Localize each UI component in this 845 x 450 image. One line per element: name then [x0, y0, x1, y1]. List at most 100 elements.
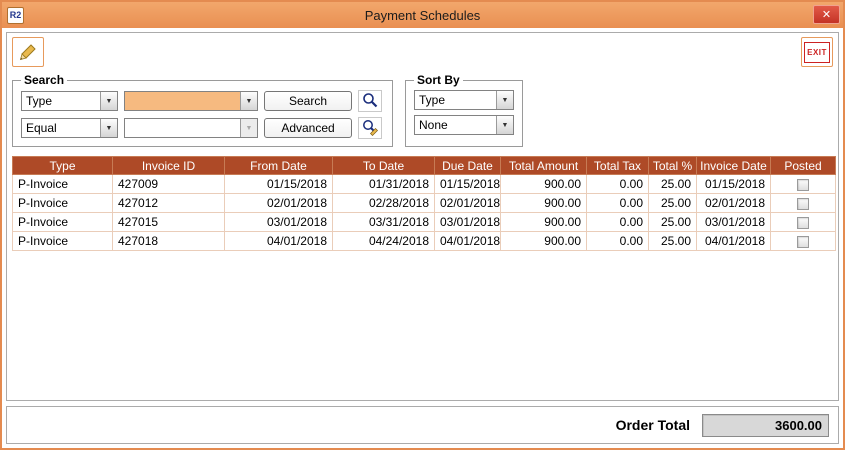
chevron-down-icon[interactable]: ▼: [240, 92, 257, 110]
cell: 0.00: [587, 175, 649, 194]
edit-button[interactable]: [12, 37, 44, 67]
cell: 04/01/2018: [225, 232, 333, 251]
cell: 01/15/2018: [435, 175, 501, 194]
cell: P-Invoice: [13, 232, 113, 251]
cell: 02/01/2018: [697, 194, 771, 213]
payment-schedules-window: R2 Payment Schedules ✕: [0, 0, 845, 450]
footer-panel: Order Total 3600.00: [6, 406, 839, 444]
order-total-value: 3600.00: [702, 414, 829, 437]
cell: 02/28/2018: [333, 194, 435, 213]
cell: 900.00: [501, 232, 587, 251]
search-operator-value: Equal: [22, 119, 100, 137]
cell: 03/01/2018: [435, 213, 501, 232]
table-row[interactable]: P-Invoice42700901/15/201801/31/201801/15…: [13, 175, 836, 194]
cell: 0.00: [587, 194, 649, 213]
advanced-search-button[interactable]: [358, 117, 382, 139]
search-value2-text: [125, 119, 240, 137]
posted-checkbox[interactable]: [797, 179, 809, 191]
cell: 0.00: [587, 213, 649, 232]
cell: 04/01/2018: [435, 232, 501, 251]
posted-cell: [771, 194, 836, 213]
sort-primary-value: Type: [415, 91, 496, 109]
column-header-invoice-date[interactable]: Invoice Date: [697, 157, 771, 175]
cell: P-Invoice: [13, 213, 113, 232]
search-value-text: [125, 92, 240, 110]
table-body: P-Invoice42700901/15/201801/31/201801/15…: [13, 175, 836, 251]
search-field-dropdown[interactable]: Type ▼: [21, 91, 118, 111]
cell: 02/01/2018: [435, 194, 501, 213]
cell: 427009: [113, 175, 225, 194]
magnifier-pencil-icon: [361, 118, 379, 139]
column-header-type[interactable]: Type: [13, 157, 113, 175]
table-row[interactable]: P-Invoice42701804/01/201804/24/201804/01…: [13, 232, 836, 251]
advanced-button[interactable]: Advanced: [264, 118, 352, 138]
column-header-total-tax[interactable]: Total Tax: [587, 157, 649, 175]
cell: P-Invoice: [13, 194, 113, 213]
magnifier-icon: [361, 91, 379, 112]
posted-checkbox[interactable]: [797, 217, 809, 229]
posted-checkbox[interactable]: [797, 198, 809, 210]
chevron-down-icon[interactable]: ▼: [100, 119, 117, 137]
cell: 25.00: [649, 213, 697, 232]
posted-checkbox[interactable]: [797, 236, 809, 248]
toolbar: EXIT: [12, 37, 833, 69]
column-header-invoice-id[interactable]: Invoice ID: [113, 157, 225, 175]
chevron-down-icon[interactable]: ▼: [496, 116, 513, 134]
chevron-down-icon: ▼: [240, 119, 257, 137]
sort-secondary-dropdown[interactable]: None ▼: [414, 115, 514, 135]
sortby-group: Sort By Type ▼ None ▼: [405, 73, 523, 147]
search-magnifier-button[interactable]: [358, 90, 382, 112]
column-header-total-amount[interactable]: Total Amount: [501, 157, 587, 175]
posted-cell: [771, 213, 836, 232]
table-row[interactable]: P-Invoice42701202/01/201802/28/201802/01…: [13, 194, 836, 213]
sort-primary-dropdown[interactable]: Type ▼: [414, 90, 514, 110]
order-total-label: Order Total: [616, 417, 690, 433]
search-group-label: Search: [21, 73, 67, 87]
search-button[interactable]: Search: [264, 91, 352, 111]
filters-row: Search Type ▼ ▼ Search: [12, 73, 833, 147]
cell: 01/15/2018: [225, 175, 333, 194]
pencil-icon: [17, 40, 39, 65]
cell: 01/31/2018: [333, 175, 435, 194]
cell: P-Invoice: [13, 175, 113, 194]
column-header-posted[interactable]: Posted: [771, 157, 836, 175]
close-icon: ✕: [822, 9, 831, 21]
cell: 04/01/2018: [697, 232, 771, 251]
table-row[interactable]: P-Invoice42701503/01/201803/31/201803/01…: [13, 213, 836, 232]
search-group: Search Type ▼ ▼ Search: [12, 73, 393, 147]
cell: 900.00: [501, 175, 587, 194]
exit-icon: EXIT: [804, 42, 830, 63]
main-panel: EXIT Search Type ▼ ▼: [6, 32, 839, 401]
window-title: Payment Schedules: [2, 8, 843, 23]
exit-button[interactable]: EXIT: [801, 37, 833, 67]
cell: 900.00: [501, 194, 587, 213]
sort-secondary-value: None: [415, 116, 496, 134]
titlebar[interactable]: R2 Payment Schedules ✕: [2, 2, 843, 28]
chevron-down-icon[interactable]: ▼: [496, 91, 513, 109]
cell: 01/15/2018: [697, 175, 771, 194]
column-header-to-date[interactable]: To Date: [333, 157, 435, 175]
search-value-dropdown[interactable]: ▼: [124, 91, 258, 111]
column-header-due-date[interactable]: Due Date: [435, 157, 501, 175]
posted-cell: [771, 232, 836, 251]
sortby-group-label: Sort By: [414, 73, 463, 87]
search-operator-dropdown[interactable]: Equal ▼: [21, 118, 118, 138]
table-header-row: TypeInvoice IDFrom DateTo DateDue DateTo…: [13, 157, 836, 175]
close-button[interactable]: ✕: [813, 5, 840, 24]
column-header-from-date[interactable]: From Date: [225, 157, 333, 175]
cell: 03/01/2018: [697, 213, 771, 232]
search-value2-dropdown: ▼: [124, 118, 258, 138]
search-field-value: Type: [22, 92, 100, 110]
cell: 03/01/2018: [225, 213, 333, 232]
cell: 25.00: [649, 175, 697, 194]
cell: 427015: [113, 213, 225, 232]
chevron-down-icon[interactable]: ▼: [100, 92, 117, 110]
cell: 04/24/2018: [333, 232, 435, 251]
posted-cell: [771, 175, 836, 194]
cell: 03/31/2018: [333, 213, 435, 232]
column-header-total-[interactable]: Total %: [649, 157, 697, 175]
window-content: EXIT Search Type ▼ ▼: [2, 28, 843, 448]
cell: 427018: [113, 232, 225, 251]
cell: 427012: [113, 194, 225, 213]
cell: 0.00: [587, 232, 649, 251]
